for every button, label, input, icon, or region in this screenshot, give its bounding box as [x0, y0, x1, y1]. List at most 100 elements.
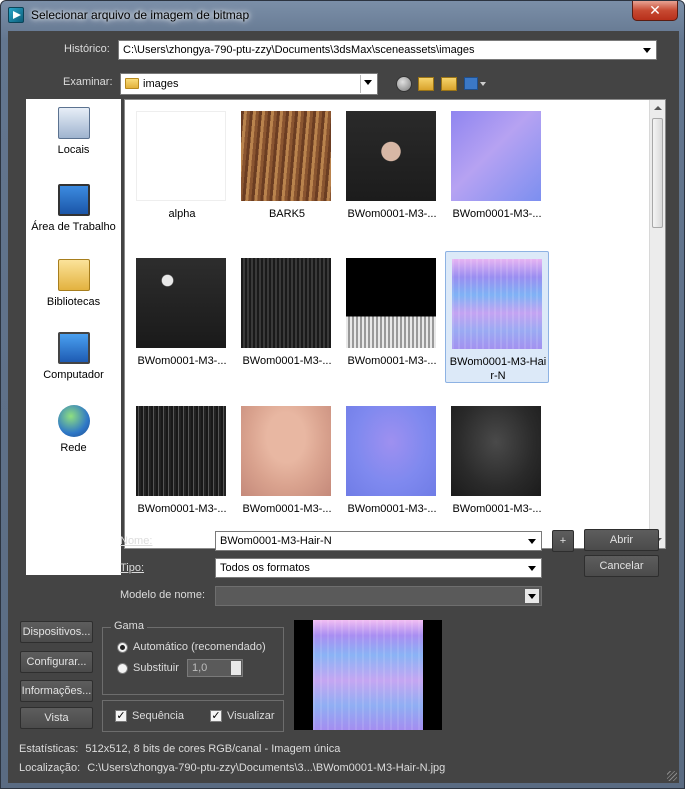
- chevron-down-icon[interactable]: [640, 43, 654, 57]
- gamma-override-radio[interactable]: [117, 663, 128, 674]
- file-thumbnail: [241, 258, 331, 348]
- setup-button[interactable]: Configurar...: [20, 651, 93, 673]
- app-icon: [8, 7, 24, 23]
- gamma-title: Gama: [111, 620, 147, 632]
- computer-icon: [57, 332, 90, 364]
- back-icon[interactable]: [396, 76, 412, 92]
- location-value: C:\Users\zhongya-790-ptu-zzy\Documents\3…: [87, 762, 446, 774]
- file-name: BARK5: [268, 208, 306, 220]
- cancel-button[interactable]: Cancelar: [584, 555, 659, 577]
- file-thumbnail: [241, 111, 331, 201]
- spinner-arrows-icon: [231, 661, 241, 675]
- pattern-label: Modelo de nome:: [120, 589, 205, 601]
- dialog-window: Selecionar arquivo de imagem de bitmap ✕…: [0, 0, 685, 789]
- file-item[interactable]: BARK5: [235, 104, 339, 236]
- file-thumbnail: [346, 406, 436, 496]
- lookin-dropdown[interactable]: images: [120, 73, 378, 95]
- up-folder-icon[interactable]: [418, 77, 434, 91]
- gamma-auto-radio[interactable]: [117, 642, 128, 653]
- history-value: C:\Users\zhongya-790-ptu-zzy\Documents\3…: [123, 44, 475, 56]
- file-thumbnail: [346, 111, 436, 201]
- gamma-override-spinner: 1,0: [187, 659, 243, 677]
- file-name: BWom0001-M3-...: [242, 355, 332, 367]
- recent-places-icon: [57, 107, 90, 139]
- file-item[interactable]: BWom0001-M3-...: [130, 251, 234, 383]
- lookin-label: Examinar:: [63, 76, 113, 88]
- place-libraries[interactable]: Bibliotecas: [26, 259, 121, 310]
- file-thumbnail: [451, 406, 541, 496]
- place-label: Bibliotecas: [46, 296, 101, 308]
- filetype-dropdown[interactable]: Todos os formatos: [215, 558, 542, 578]
- title-bar[interactable]: Selecionar arquivo de imagem de bitmap ✕: [1, 1, 684, 31]
- image-preview: [294, 620, 442, 730]
- window-title: Selecionar arquivo de imagem de bitmap: [31, 8, 250, 22]
- options-group: ✓ Sequência ✓ Visualizar: [102, 700, 284, 732]
- file-thumbnail: [136, 406, 226, 496]
- lookin-value: images: [143, 78, 179, 90]
- filetype-value: Todos os formatos: [220, 562, 310, 574]
- info-button[interactable]: Informações...: [20, 680, 93, 702]
- file-name: BWom0001-M3-...: [452, 208, 542, 220]
- chevron-down-icon[interactable]: [525, 561, 539, 575]
- gamma-override-value: 1,0: [192, 662, 208, 674]
- file-name: BWom0001-M3-...: [137, 355, 227, 367]
- places-bar: Locais Área de Trabalho Bibliotecas Computa…: [26, 99, 121, 575]
- type-label: Tipo:: [120, 562, 145, 574]
- stats-value: 512x512, 8 bits de cores RGB/canal - Ima…: [85, 743, 341, 755]
- sequence-label: Sequência: [132, 710, 184, 722]
- file-item[interactable]: BWom0001-M3-...: [235, 251, 339, 383]
- file-item[interactable]: BWom0001-M3-...: [340, 251, 444, 383]
- gamma-auto-label: Automático (recomendado): [133, 641, 266, 653]
- preview-checkbox[interactable]: ✓: [210, 710, 222, 722]
- file-name: BWom0001-M3-...: [137, 503, 227, 515]
- place-computer[interactable]: Computador: [26, 332, 121, 383]
- stats-row: Estatísticas: 512x512, 8 bits de cores R…: [19, 743, 340, 755]
- history-dropdown[interactable]: C:\Users\zhongya-790-ptu-zzy\Documents\3…: [118, 40, 657, 60]
- new-folder-icon[interactable]: [441, 77, 457, 91]
- file-item[interactable]: BWom0001-M3-...: [235, 399, 339, 531]
- sequence-checkbox[interactable]: ✓: [115, 710, 127, 722]
- file-thumbnail: [346, 258, 436, 348]
- place-recent-places[interactable]: Locais: [26, 107, 121, 158]
- file-item[interactable]: BWom0001-M3-...: [340, 104, 444, 236]
- resize-grip-icon[interactable]: [667, 771, 677, 781]
- file-name: BWom0001-M3-...: [347, 503, 437, 515]
- filename-value: BWom0001-M3-Hair-N: [220, 535, 332, 547]
- stats-label: Estatísticas:: [19, 743, 79, 755]
- close-button[interactable]: ✕: [632, 1, 678, 21]
- file-item[interactable]: alpha: [130, 104, 234, 236]
- vertical-scrollbar[interactable]: [649, 100, 665, 548]
- preview-label: Visualizar: [227, 710, 275, 722]
- place-desktop[interactable]: Área de Trabalho: [26, 184, 121, 235]
- chevron-down-icon[interactable]: [525, 534, 539, 548]
- file-item[interactable]: BWom0001-M3-...: [340, 399, 444, 531]
- file-name: BWom0001-M3-...: [242, 503, 332, 515]
- file-item[interactable]: BWom0001-M3-...: [445, 399, 549, 531]
- scroll-thumb[interactable]: [652, 118, 663, 228]
- view-menu-icon[interactable]: [464, 76, 486, 92]
- file-item[interactable]: BWom0001-M3-Hair-N: [445, 251, 549, 383]
- chevron-down-icon[interactable]: [360, 75, 376, 93]
- place-label: Computador: [43, 369, 104, 381]
- file-name: BWom0001-M3-...: [347, 208, 437, 220]
- location-label: Localização:: [19, 762, 81, 774]
- preview-image: [313, 620, 423, 730]
- libraries-icon: [57, 259, 90, 291]
- devices-button[interactable]: Dispositivos...: [20, 621, 93, 643]
- file-name: alpha: [168, 208, 196, 220]
- filename-combobox[interactable]: BWom0001-M3-Hair-N: [215, 531, 542, 551]
- file-thumbnail: [241, 406, 331, 496]
- file-list-view[interactable]: alpha BARK5 BWom0001-M3-... BWom0001-M3-...…: [124, 99, 666, 549]
- dialog-client-area: Histórico: C:\Users\zhongya-790-ptu-zzy\…: [8, 31, 679, 783]
- view-button[interactable]: Vista: [20, 707, 93, 729]
- file-item[interactable]: BWom0001-M3-...: [130, 399, 234, 531]
- file-name: BWom0001-M3-...: [452, 503, 542, 515]
- chevron-down-icon: [525, 589, 539, 603]
- file-name: BWom0001-M3-Hair-N: [449, 356, 547, 382]
- open-button[interactable]: Abrir: [584, 529, 659, 551]
- file-item[interactable]: BWom0001-M3-...: [445, 104, 549, 236]
- place-network[interactable]: Rede: [26, 405, 121, 456]
- file-name: BWom0001-M3-...: [347, 355, 437, 367]
- scroll-up-icon[interactable]: [650, 100, 665, 116]
- add-button[interactable]: +: [552, 530, 574, 552]
